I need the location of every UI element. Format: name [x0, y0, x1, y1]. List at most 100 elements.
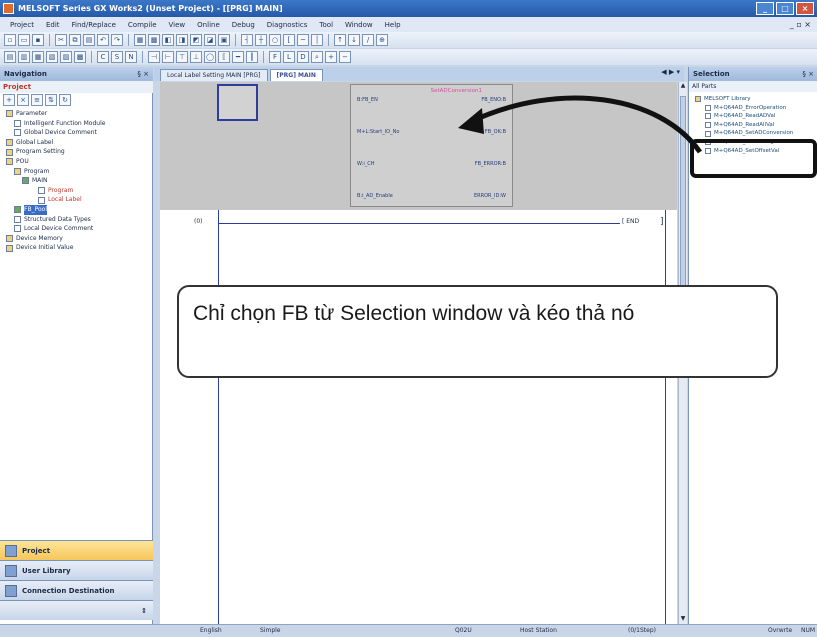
- write-plc-icon[interactable]: ◨: [176, 34, 188, 46]
- monitor-icon[interactable]: ◪: [204, 34, 216, 46]
- redo-icon[interactable]: ↷: [111, 34, 123, 46]
- monitor-stop-icon[interactable]: ▣: [218, 34, 230, 46]
- f8-instruction-icon[interactable]: ⟦: [218, 51, 230, 63]
- tab-local-label-setting[interactable]: Local Label Setting MAIN [PRG]: [160, 69, 268, 81]
- device-icon[interactable]: D: [297, 51, 309, 63]
- tree-item-parameter[interactable]: Parameter: [2, 109, 152, 119]
- tree-item-global-label[interactable]: Global Label: [2, 138, 152, 148]
- statement-icon[interactable]: S: [111, 51, 123, 63]
- menu-project[interactable]: Project: [4, 21, 40, 29]
- sf5-contact-icon[interactable]: ⊢: [162, 51, 174, 63]
- inv-icon[interactable]: /: [362, 34, 374, 46]
- read-plc-icon[interactable]: ◧: [162, 34, 174, 46]
- close-button[interactable]: ×: [796, 2, 814, 15]
- nav-button-user-library[interactable]: User Library: [0, 560, 153, 580]
- nav-new-data-icon[interactable]: +: [3, 94, 15, 106]
- zoom-out-icon[interactable]: −: [339, 51, 351, 63]
- navigation-pin-close[interactable]: § ×: [137, 67, 149, 81]
- maximize-button[interactable]: □: [776, 2, 794, 15]
- view-cross-ref-icon[interactable]: ▨: [60, 51, 72, 63]
- menu-diagnostics[interactable]: Diagnostics: [261, 21, 314, 29]
- comment-icon[interactable]: C: [97, 51, 109, 63]
- cut-icon[interactable]: ✂: [55, 34, 67, 46]
- verify-icon[interactable]: ◩: [190, 34, 202, 46]
- contact-nc-icon[interactable]: ┼: [255, 34, 267, 46]
- minimize-button[interactable]: _: [756, 2, 774, 15]
- fb-item[interactable]: M+Q64AD_ErrorOperation: [693, 104, 817, 113]
- menu-view[interactable]: View: [163, 21, 192, 29]
- tree-item-local-device-comment[interactable]: Local Device Comment: [2, 224, 152, 234]
- view-watch-icon[interactable]: ▧: [46, 51, 58, 63]
- compile-icon[interactable]: ▦: [134, 34, 146, 46]
- menu-help[interactable]: Help: [379, 21, 407, 29]
- menu-edit[interactable]: Edit: [40, 21, 66, 29]
- label-icon[interactable]: L: [283, 51, 295, 63]
- mdi-controls[interactable]: _ ▫ ×: [790, 20, 811, 29]
- hline-icon[interactable]: ─: [297, 34, 309, 46]
- tree-item-main[interactable]: MAIN: [2, 176, 152, 186]
- view-device-list-icon[interactable]: ▩: [74, 51, 86, 63]
- view-selection-icon[interactable]: ▥: [18, 51, 30, 63]
- f9-hline-icon[interactable]: ━: [232, 51, 244, 63]
- f5-contact-icon[interactable]: ⊣: [148, 51, 160, 63]
- menu-online[interactable]: Online: [191, 21, 226, 29]
- new-icon[interactable]: ▫: [4, 34, 16, 46]
- tree-item-global-device-comment[interactable]: Global Device Comment: [2, 128, 152, 138]
- open-icon[interactable]: ▭: [18, 34, 30, 46]
- nav-sort-icon[interactable]: ⇅: [45, 94, 57, 106]
- tree-item-program-setting[interactable]: Program Setting: [2, 147, 152, 157]
- scroll-down-arrow[interactable]: ▼: [679, 615, 687, 624]
- nav-property-icon[interactable]: ≡: [31, 94, 43, 106]
- menu-find-replace[interactable]: Find/Replace: [66, 21, 122, 29]
- copy-icon[interactable]: ⧉: [69, 34, 81, 46]
- view-output-icon[interactable]: ▦: [32, 51, 44, 63]
- menu-debug[interactable]: Debug: [226, 21, 261, 29]
- selection-pin-close[interactable]: § ×: [802, 67, 814, 81]
- tree-item-program-folder[interactable]: Program: [2, 167, 152, 177]
- selection-filter[interactable]: All Parts: [689, 81, 817, 92]
- scroll-up-arrow[interactable]: ▲: [679, 82, 687, 91]
- nav-overflow-button[interactable]: ⇕: [0, 600, 153, 620]
- tab-prg-main[interactable]: [PRG] MAIN: [269, 69, 323, 81]
- fb-icon[interactable]: F: [269, 51, 281, 63]
- tree-item-pou[interactable]: POU: [2, 157, 152, 167]
- tab-scroll-controls[interactable]: ◀ ▶ ▾: [661, 68, 680, 76]
- tree-item-fb-pool[interactable]: FB_Pool: [2, 204, 152, 215]
- tree-item-local-label[interactable]: Local Label: [2, 195, 152, 205]
- nav-button-connection-destination[interactable]: Connection Destination: [0, 580, 153, 600]
- rise-icon[interactable]: ↑: [334, 34, 346, 46]
- f7-coil-icon[interactable]: ◯: [204, 51, 216, 63]
- contact-icon[interactable]: ┤: [241, 34, 253, 46]
- paste-icon[interactable]: ▤: [83, 34, 95, 46]
- function-block[interactable]: SetADConversion1 B:FB_EN M+L:Start_IO_No…: [350, 84, 513, 207]
- f6-contact-icon[interactable]: ⊤: [176, 51, 188, 63]
- nav-delete-icon[interactable]: ×: [17, 94, 29, 106]
- view-nav-icon[interactable]: ▤: [4, 51, 16, 63]
- fb-item[interactable]: M+Q64AD_ReadADVal: [693, 112, 817, 121]
- coil-icon[interactable]: ○: [269, 34, 281, 46]
- sf6-contact-icon[interactable]: ⊥: [190, 51, 202, 63]
- tree-item-device-memory[interactable]: Device Memory: [2, 234, 152, 244]
- menu-window[interactable]: Window: [339, 21, 379, 29]
- menu-compile[interactable]: Compile: [122, 21, 163, 29]
- note-icon[interactable]: N: [125, 51, 137, 63]
- tree-item-device-initial-value[interactable]: Device Initial Value: [2, 243, 152, 253]
- undo-icon[interactable]: ↶: [97, 34, 109, 46]
- search-icon[interactable]: ⌕: [311, 51, 323, 63]
- scroll-thumb[interactable]: [680, 96, 686, 306]
- fall-icon[interactable]: ↓: [348, 34, 360, 46]
- sf9-vline-icon[interactable]: ┃: [246, 51, 258, 63]
- zoom-icon[interactable]: ⊕: [376, 34, 388, 46]
- menu-tool[interactable]: Tool: [313, 21, 339, 29]
- vline-icon[interactable]: │: [311, 34, 323, 46]
- fb-item[interactable]: M+Q64AD_ReadAllVal: [693, 121, 817, 130]
- tree-item-program[interactable]: Program: [2, 186, 152, 196]
- ladder-area[interactable]: (0) [ END ]: [160, 210, 677, 624]
- tree-item-intelligent-function-module[interactable]: Intelligent Function Module: [2, 119, 152, 129]
- nav-refresh-icon[interactable]: ↻: [59, 94, 71, 106]
- library-melsoft[interactable]: MELSOFT Library: [693, 95, 817, 104]
- nav-button-project[interactable]: Project: [0, 540, 153, 560]
- zoom-in-icon[interactable]: +: [325, 51, 337, 63]
- save-icon[interactable]: ▪: [32, 34, 44, 46]
- instruction-icon[interactable]: [: [283, 34, 295, 46]
